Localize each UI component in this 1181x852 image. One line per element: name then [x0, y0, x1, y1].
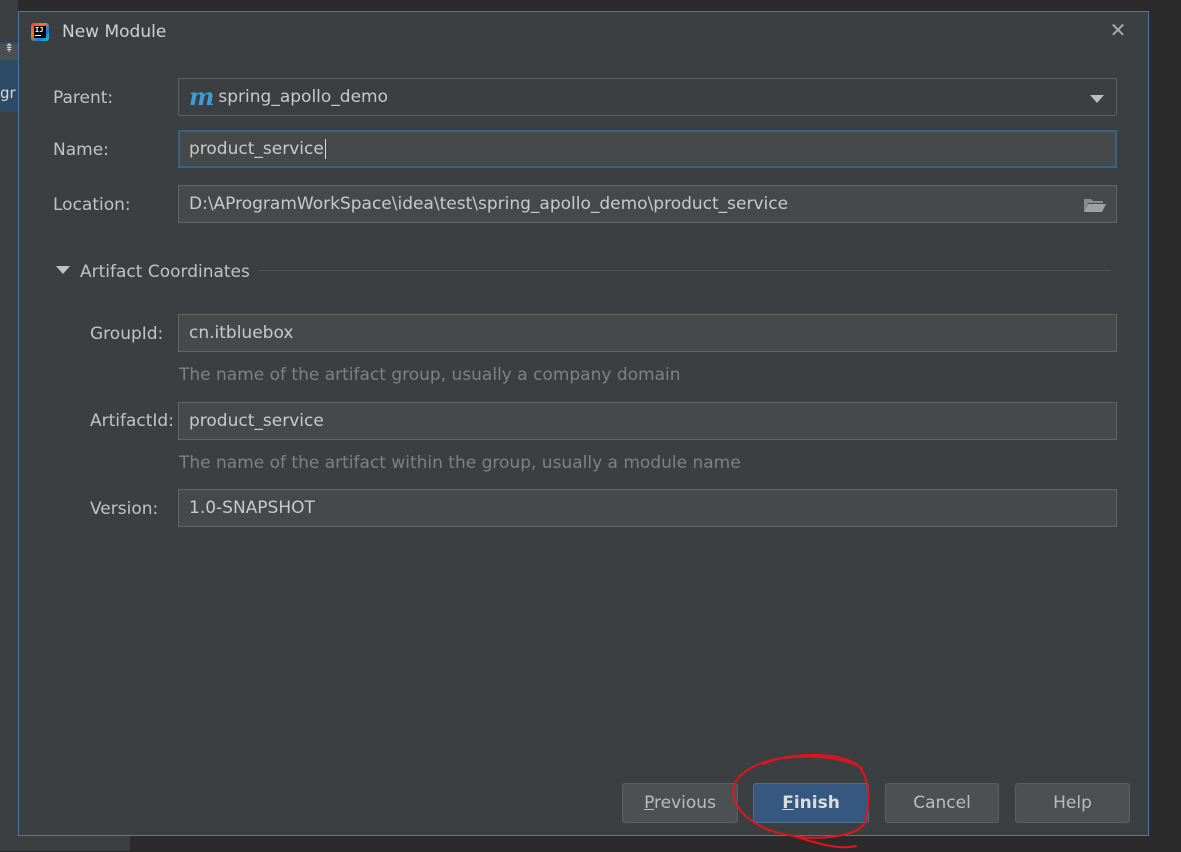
parent-combobox[interactable]: m spring_apollo_demo — [178, 78, 1117, 116]
name-input[interactable]: product_service — [178, 130, 1117, 168]
section-divider — [259, 270, 1111, 271]
groupid-hint: The name of the artifact group, usually … — [179, 365, 681, 385]
name-value: product_service — [189, 139, 324, 159]
maven-icon: m — [189, 82, 215, 111]
collapse-all-icon[interactable]: ⇞ — [0, 42, 18, 60]
location-label: Location: — [53, 195, 131, 215]
ide-partial-text: gr — [0, 84, 16, 102]
artifactid-value: product_service — [189, 411, 324, 431]
groupid-label: GroupId: — [90, 324, 164, 344]
finish-label: inish — [793, 793, 840, 813]
finish-mnemonic: F — [782, 793, 794, 813]
groupid-input[interactable]: cn.itbluebox — [178, 314, 1117, 352]
artifactid-label: ArtifactId: — [90, 411, 174, 431]
previous-button[interactable]: Previous — [622, 783, 738, 823]
ide-background-right — [1150, 0, 1181, 851]
version-label: Version: — [90, 499, 159, 519]
parent-label: Parent: — [53, 88, 114, 108]
text-caret — [324, 139, 326, 159]
app-icon-letters: IJ — [34, 26, 46, 38]
ide-background-bottom — [0, 836, 1181, 851]
version-input[interactable]: 1.0-SNAPSHOT — [178, 489, 1117, 527]
artifactid-hint: The name of the artifact within the grou… — [179, 453, 741, 473]
cancel-button[interactable]: Cancel — [885, 783, 999, 823]
intellij-app-icon: IJ — [31, 23, 49, 41]
previous-mnemonic: P — [644, 793, 655, 813]
dialog-title: New Module — [62, 22, 167, 42]
artifactid-input[interactable]: product_service — [178, 402, 1117, 440]
ide-background-left — [0, 0, 18, 851]
chevron-down-icon[interactable] — [1090, 95, 1104, 103]
help-button[interactable]: Help — [1015, 783, 1130, 823]
close-icon[interactable]: ✕ — [1106, 18, 1130, 42]
section-title: Artifact Coordinates — [80, 262, 250, 282]
ide-background-bottom-left — [0, 836, 130, 851]
finish-button[interactable]: Finish — [753, 783, 869, 823]
location-value: D:\AProgramWorkSpace\idea\test\spring_ap… — [189, 194, 789, 214]
triangle-down-icon — [56, 266, 70, 274]
parent-value: spring_apollo_demo — [218, 87, 388, 107]
groupid-value: cn.itbluebox — [189, 323, 294, 343]
folder-icon[interactable] — [1083, 197, 1106, 213]
previous-label: revious — [654, 793, 716, 813]
version-value: 1.0-SNAPSHOT — [189, 498, 315, 518]
new-module-dialog: IJ New Module ✕ Parent: m spring_apollo_d… — [18, 11, 1149, 849]
name-label: Name: — [53, 140, 109, 160]
location-input[interactable]: D:\AProgramWorkSpace\idea\test\spring_ap… — [178, 185, 1117, 223]
dialog-titlebar: IJ New Module ✕ — [19, 12, 1148, 54]
artifact-coordinates-toggle[interactable]: Artifact Coordinates — [56, 262, 250, 282]
